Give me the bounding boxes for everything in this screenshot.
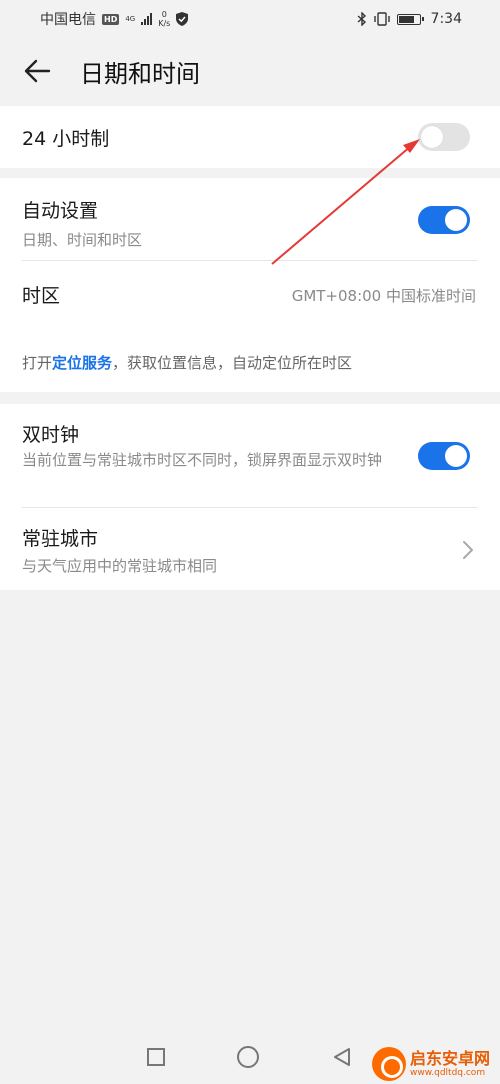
card-dual-clock: 双时钟 当前位置与常驻城市时区不同时，锁屏界面显示双时钟 常驻城市 与天气应用中… xyxy=(0,404,500,590)
watermark-name: 启东安卓网 xyxy=(410,1048,491,1068)
row-home-city-subtitle: 与天气应用中的常驻城市相同 xyxy=(22,557,218,575)
home-button[interactable] xyxy=(237,1046,259,1068)
row-dual-clock[interactable]: 双时钟 当前位置与常驻城市时区不同时，锁屏界面显示双时钟 xyxy=(0,404,500,506)
watermark: 启东安卓网 www.qdltdq.com xyxy=(372,1044,500,1084)
watermark-logo-icon xyxy=(372,1047,406,1081)
watermark-url: www.qdltdq.com xyxy=(410,1067,486,1078)
toggle-knob xyxy=(445,445,467,467)
back-nav-button[interactable] xyxy=(331,1046,353,1068)
chevron-right-icon xyxy=(463,541,473,559)
row-dual-clock-subtitle: 当前位置与常驻城市时区不同时，锁屏界面显示双时钟 xyxy=(22,451,383,469)
toggle-dual-clock[interactable] xyxy=(418,442,470,470)
row-home-city-title: 常驻城市 xyxy=(22,528,99,550)
row-dual-clock-title: 双时钟 xyxy=(22,424,80,446)
annotation-arrow xyxy=(271,139,420,265)
hint-suffix: ，获取位置信息，自动定位所在时区 xyxy=(112,354,353,372)
row-home-city[interactable]: 常驻城市 与天气应用中的常驻城市相同 xyxy=(0,508,500,590)
location-hint: 打开定位服务，获取位置信息，自动定位所在时区 xyxy=(22,352,352,373)
hint-prefix: 打开 xyxy=(22,354,53,372)
recents-button[interactable] xyxy=(147,1048,165,1066)
location-service-link[interactable]: 定位服务 xyxy=(52,354,112,372)
